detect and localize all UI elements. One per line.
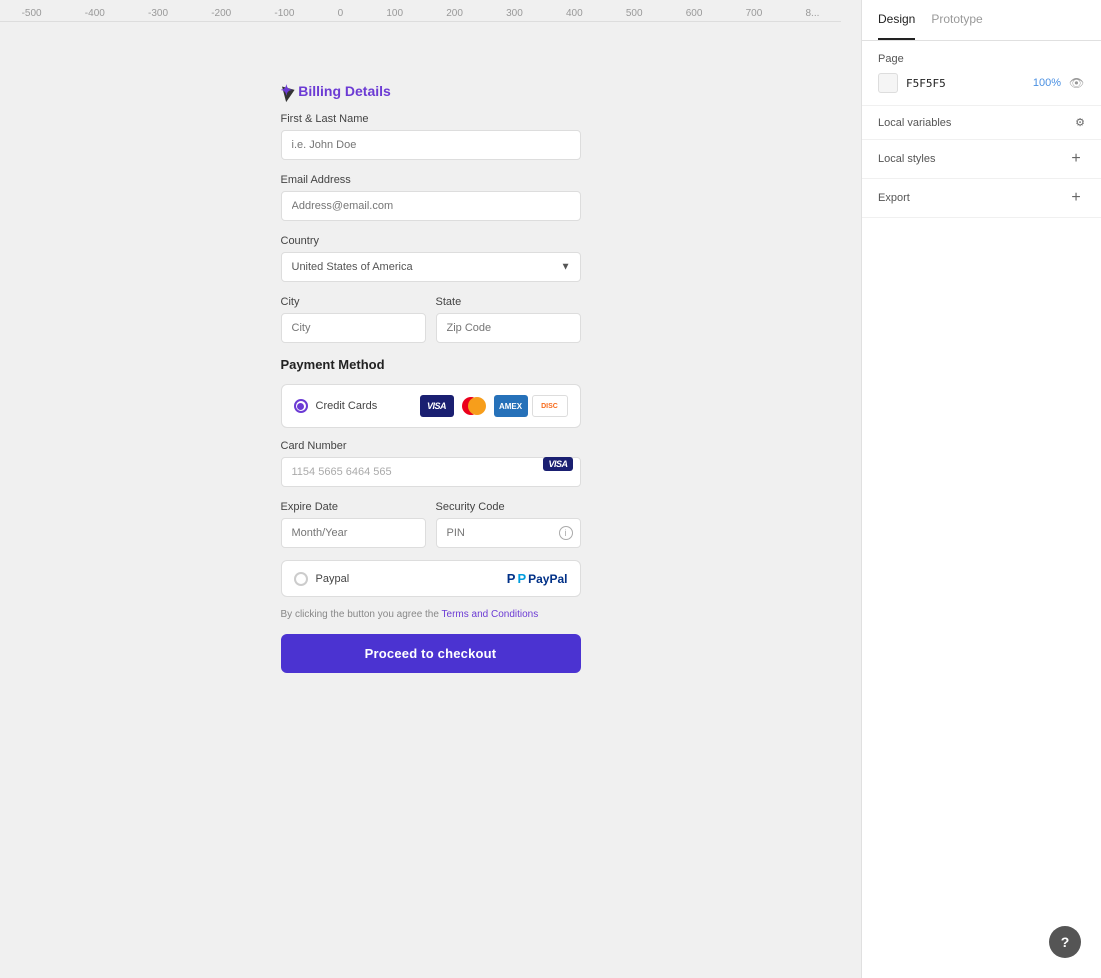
ruler-label: -400 bbox=[85, 8, 105, 19]
billing-title-text: Billing Details bbox=[298, 83, 391, 99]
ruler-label: 0 bbox=[338, 8, 344, 19]
state-label: State bbox=[436, 296, 581, 308]
checkout-button[interactable]: Proceed to checkout bbox=[281, 634, 581, 673]
city-group: City bbox=[281, 296, 426, 343]
ruler-label: -300 bbox=[148, 8, 168, 19]
visa-logo: VISA bbox=[420, 395, 454, 417]
state-group: State bbox=[436, 296, 581, 343]
first-last-label: First & Last Name bbox=[281, 113, 581, 125]
local-styles-add-button[interactable]: + bbox=[1067, 150, 1085, 168]
card-logos: VISA AMEX DISC bbox=[420, 395, 568, 417]
export-add-button[interactable]: + bbox=[1067, 189, 1085, 207]
billing-icon: ✦ bbox=[281, 82, 293, 99]
page-color-swatch[interactable] bbox=[878, 73, 898, 93]
billing-title: ✦ Billing Details bbox=[281, 82, 581, 99]
card-number-input[interactable] bbox=[281, 457, 581, 487]
ruler-label: -200 bbox=[211, 8, 231, 19]
page-label: Page bbox=[878, 53, 1085, 65]
export-section: Export + bbox=[862, 179, 1101, 218]
city-input[interactable] bbox=[281, 313, 426, 343]
city-label: City bbox=[281, 296, 426, 308]
first-last-name-group: First & Last Name bbox=[281, 113, 581, 160]
expire-input[interactable] bbox=[281, 518, 426, 548]
terms-text: By clicking the button you agree the Ter… bbox=[281, 609, 581, 620]
panel-tabs: Design Prototype bbox=[862, 0, 1101, 41]
expire-label: Expire Date bbox=[281, 501, 426, 513]
page-section: Page F5F5F5 100% 👁 bbox=[862, 41, 1101, 106]
email-input[interactable] bbox=[281, 191, 581, 221]
local-styles-label: Local styles bbox=[878, 153, 935, 165]
ruler-label: 400 bbox=[566, 8, 583, 19]
local-styles-section: Local styles + bbox=[862, 140, 1101, 179]
info-icon[interactable]: i bbox=[559, 526, 573, 540]
zip-input[interactable] bbox=[436, 313, 581, 343]
page-opacity-value[interactable]: 100% bbox=[1033, 77, 1061, 89]
card-number-label: Card Number bbox=[281, 440, 581, 452]
country-group: Country United States of America Canada … bbox=[281, 235, 581, 282]
page-color-row: F5F5F5 100% 👁 bbox=[878, 73, 1085, 93]
export-label: Export bbox=[878, 192, 910, 204]
local-variables-label: Local variables bbox=[878, 117, 951, 129]
email-label: Email Address bbox=[281, 174, 581, 186]
payment-section-title: Payment Method bbox=[281, 357, 581, 372]
expire-group: Expire Date bbox=[281, 501, 426, 548]
credit-card-label: Credit Cards bbox=[316, 400, 378, 412]
right-panel: Design Prototype Page F5F5F5 100% 👁 Loca… bbox=[861, 0, 1101, 978]
credit-card-radio[interactable] bbox=[294, 399, 308, 413]
country-select[interactable]: United States of America Canada United K… bbox=[281, 252, 581, 282]
paypal-label: Paypal bbox=[316, 573, 350, 585]
tab-design[interactable]: Design bbox=[878, 0, 915, 40]
canvas: ✦ Billing Details First & Last Name Emai… bbox=[0, 0, 861, 978]
ruler-label: 100 bbox=[386, 8, 403, 19]
visa-badge: VISA bbox=[543, 457, 572, 471]
page-color-value: F5F5F5 bbox=[906, 77, 1025, 90]
city-state-row: City State bbox=[281, 296, 581, 357]
expire-security-row: Expire Date Security Code i bbox=[281, 501, 581, 548]
card-number-group: Card Number VISA bbox=[281, 440, 581, 487]
ruler-label: 700 bbox=[746, 8, 763, 19]
help-button[interactable]: ? bbox=[1049, 926, 1081, 958]
country-select-wrapper: United States of America Canada United K… bbox=[281, 252, 581, 282]
email-group: Email Address bbox=[281, 174, 581, 221]
local-variables-section: Local variables ⚙ bbox=[862, 106, 1101, 140]
billing-form: ✦ Billing Details First & Last Name Emai… bbox=[281, 82, 581, 673]
security-group: Security Code i bbox=[436, 501, 581, 548]
visibility-icon[interactable]: 👁 bbox=[1069, 75, 1085, 91]
ruler-label: 500 bbox=[626, 8, 643, 19]
ruler-label: 8... bbox=[805, 8, 819, 19]
amex-logo: AMEX bbox=[494, 395, 528, 417]
security-input-wrapper: i bbox=[436, 518, 581, 548]
paypal-radio[interactable] bbox=[294, 572, 308, 586]
security-label: Security Code bbox=[436, 501, 581, 513]
paypal-logo: PP PayPal bbox=[507, 571, 568, 586]
ruler-label: -500 bbox=[22, 8, 42, 19]
paypal-option[interactable]: Paypal PP PayPal bbox=[281, 560, 581, 597]
tab-prototype[interactable]: Prototype bbox=[931, 0, 982, 40]
ruler-label: 300 bbox=[506, 8, 523, 19]
discover-logo: DISC bbox=[532, 395, 568, 417]
ruler-label: -100 bbox=[274, 8, 294, 19]
terms-link[interactable]: Terms and Conditions bbox=[442, 609, 539, 620]
credit-card-option[interactable]: Credit Cards VISA AMEX DISC bbox=[281, 384, 581, 428]
first-last-input[interactable] bbox=[281, 130, 581, 160]
ruler: -500 -400 -300 -200 -100 0 100 200 300 4… bbox=[0, 0, 841, 22]
ruler-label: 200 bbox=[446, 8, 463, 19]
sliders-icon[interactable]: ⚙ bbox=[1075, 116, 1085, 129]
country-label: Country bbox=[281, 235, 581, 247]
ruler-label: 600 bbox=[686, 8, 703, 19]
mastercard-logo bbox=[458, 395, 490, 417]
